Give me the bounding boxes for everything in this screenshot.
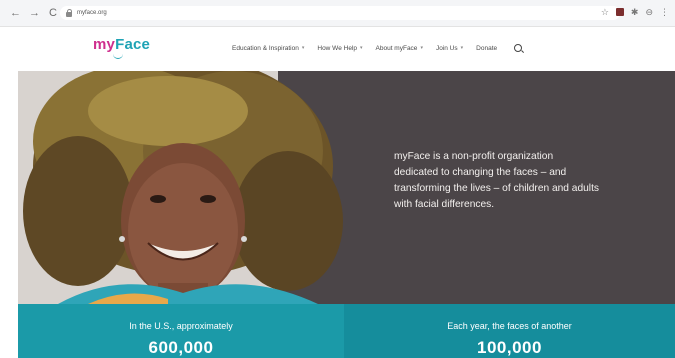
stat-card-us: In the U.S., approximately 600,000: [18, 304, 344, 358]
stat-number: 600,000: [148, 338, 214, 357]
stat-label: In the U.S., approximately: [129, 321, 233, 331]
puzzle-icon[interactable]: ✱: [631, 7, 639, 17]
hero-photo: [18, 71, 343, 304]
forward-icon[interactable]: →: [29, 7, 40, 19]
nav-donate[interactable]: Donate: [476, 45, 497, 52]
profile-icon[interactable]: ⊖: [645, 7, 653, 17]
nav-label: Education & Inspiration: [232, 44, 299, 52]
chevron-down-icon: ▾: [360, 45, 363, 51]
menu-icon[interactable]: ⋮: [660, 7, 669, 17]
extension-icon[interactable]: [615, 8, 624, 16]
chevron-down-icon: ▾: [460, 45, 464, 51]
site-logo[interactable]: myFace: [93, 36, 151, 59]
main-nav: Education & Inspiration ▾ How We Help ▾ …: [232, 44, 523, 52]
nav-education[interactable]: Education & Inspiration ▾: [232, 45, 304, 52]
reload-icon[interactable]: C: [48, 7, 58, 19]
logo-my: my: [93, 36, 116, 53]
lock-icon: [65, 9, 73, 17]
logo-smile-icon: [113, 54, 123, 59]
site-header: myFace Education & Inspiration ▾ How We …: [18, 27, 675, 71]
browser-nav: ← → C: [10, 7, 58, 19]
stat-card-yearly: Each year, the faces of another 100,000: [344, 304, 675, 358]
browser-toolbar: ← → C myface.org ☆ ✱ ⊖ ⋮: [0, 0, 675, 27]
nav-label: How We Help: [317, 44, 357, 52]
stat-number: 100,000: [477, 338, 542, 357]
nav-label: About myFace: [375, 44, 418, 52]
stat-label: Each year, the faces of another: [447, 321, 572, 331]
nav-join-us[interactable]: Join Us ▾: [436, 45, 463, 52]
search-icon[interactable]: [514, 44, 523, 52]
chevron-down-icon: ▾: [301, 45, 305, 51]
nav-about[interactable]: About myFace ▾: [376, 45, 423, 52]
back-icon[interactable]: ←: [10, 7, 21, 19]
browser-extensions: ☆ ✱ ⊖ ⋮: [601, 7, 669, 17]
address-bar[interactable]: myface.org: [60, 6, 620, 20]
stats-band: In the U.S., approximately 600,000 Each …: [18, 304, 675, 358]
nav-label: Donate: [476, 44, 498, 52]
bookmark-star-icon[interactable]: ☆: [601, 7, 609, 17]
chevron-down-icon: ▾: [420, 45, 423, 51]
url-text[interactable]: myface.org: [77, 10, 107, 16]
hero-mission-text: myFace is a non-profit organization dedi…: [394, 151, 599, 210]
nav-label: Join Us: [435, 44, 458, 52]
logo-face: Face: [115, 36, 151, 53]
nav-how-we-help[interactable]: How We Help ▾: [317, 45, 362, 52]
hero-section: myFace is a non-profit organization dedi…: [18, 71, 675, 304]
